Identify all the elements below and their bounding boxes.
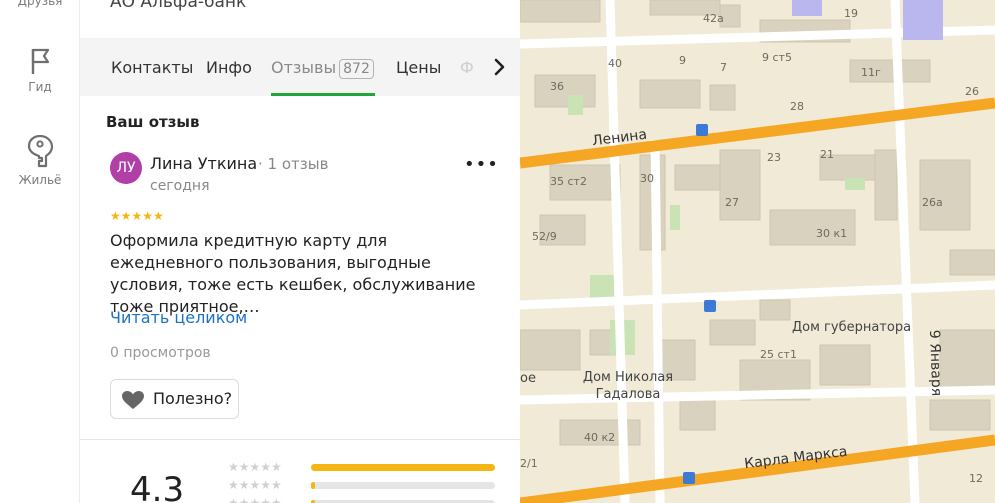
map-canvas (520, 0, 995, 503)
map-house-number: 40 (608, 57, 622, 70)
poi-governor-house[interactable]: Дом губернатора (792, 320, 911, 335)
avatar[interactable]: ЛУ (110, 152, 142, 184)
review-date: сегодня (150, 178, 210, 194)
review-author-count: · 1 отзыв (258, 155, 329, 173)
map-house-number: 28 (790, 100, 804, 113)
your-review-heading: Ваш отзыв (106, 113, 200, 131)
heart-icon (122, 391, 144, 409)
rating-row-track (311, 464, 495, 471)
key-icon (27, 134, 54, 168)
map-house-number: 30 (640, 172, 654, 185)
map-label-partial: ое (520, 371, 536, 386)
map-house-number: 23 (767, 151, 781, 164)
map-house-number: 7 (720, 61, 727, 74)
map-house-number: 35 ст2 (550, 175, 587, 188)
useful-button[interactable]: Полезно? (110, 379, 239, 419)
rating-value: 4.3 (130, 470, 185, 503)
map-house-number: 21 (820, 148, 834, 161)
rail-item-guide[interactable]: Гид (0, 46, 80, 94)
reviews-count-badge: 872 (339, 59, 374, 79)
rating-row-stars: ★★★★★ (228, 496, 282, 503)
rating-row-stars: ★★★★★ (228, 460, 282, 474)
useful-button-label: Полезно? (153, 389, 233, 408)
rating-row-fill (311, 482, 315, 489)
rail-item-friends-label: Друзья (17, 0, 63, 8)
rating-row-fill (311, 464, 495, 471)
map-house-number: 40 к2 (584, 431, 616, 444)
tab-bar: Контакты Инфо Отзывы 872 Цены Ф (80, 38, 520, 96)
tab-info[interactable]: Инфо (206, 58, 252, 77)
map-house-number: 26 (965, 85, 979, 98)
active-tab-indicator (271, 93, 375, 96)
app-window: Друзья Гид Жильё АО Альфа-банк Контакты … (0, 0, 995, 503)
rating-row-stars: ★★★★★ (228, 478, 282, 492)
map-house-number: 2/1 (520, 457, 538, 470)
map-house-number: 36 (550, 80, 564, 93)
tab-reviews-label: Отзывы (271, 58, 337, 77)
map[interactable]: 42а 19 40 9 7 9 ст5 11г 36 28 26 23 21 3… (520, 0, 995, 503)
tab-prices[interactable]: Цены (396, 58, 441, 77)
chevron-right-icon[interactable] (488, 55, 512, 79)
map-house-number: 19 (844, 7, 858, 20)
organization-panel: АО Альфа-банк Контакты Инфо Отзывы 872 Це… (80, 0, 520, 503)
map-house-number: 12 (969, 472, 983, 485)
review-views: 0 просмотров (110, 345, 211, 361)
review-text: Оформила кредитную карту для ежедневного… (110, 231, 476, 316)
map-house-number: 52/9 (532, 230, 557, 243)
map-house-number: 11г (861, 66, 881, 79)
map-house-number: 25 ст1 (760, 348, 797, 361)
map-house-number: 30 к1 (816, 227, 848, 240)
more-options-icon[interactable]: ••• (464, 154, 498, 178)
review-author-count-text: 1 отзыв (267, 155, 329, 173)
street-label-9-yanvarya: 9 Января (926, 329, 945, 397)
map-house-number: 9 ст5 (762, 51, 792, 64)
rail-item-housing-label: Жильё (18, 173, 62, 187)
rail-item-housing[interactable]: Жильё (0, 133, 80, 187)
map-house-number: 26а (922, 196, 943, 209)
map-house-number: 42а (703, 12, 724, 25)
review-rating-stars: ★★★★★ (110, 209, 164, 223)
tab-reviews[interactable]: Отзывы 872 (271, 58, 374, 79)
map-house-number: 9 (679, 54, 686, 67)
rating-row-track (311, 482, 495, 489)
review-author-name[interactable]: Лина Уткина (150, 154, 257, 173)
rail-item-guide-label: Гид (28, 80, 52, 94)
rail-item-friends[interactable]: Друзья (0, 0, 80, 8)
tab-contacts[interactable]: Контакты (111, 58, 193, 77)
left-rail: Друзья Гид Жильё (0, 0, 80, 503)
flag-icon (31, 48, 50, 74)
read-more-link[interactable]: Читать целиком (110, 308, 247, 327)
section-divider (80, 439, 520, 440)
tab-photos[interactable]: Ф (460, 58, 474, 77)
poi-gadalov-house[interactable]: Дом Николая Гадалова (578, 369, 678, 403)
map-house-number: 27 (725, 196, 739, 209)
organization-name: АО Альфа-банк (110, 0, 247, 12)
